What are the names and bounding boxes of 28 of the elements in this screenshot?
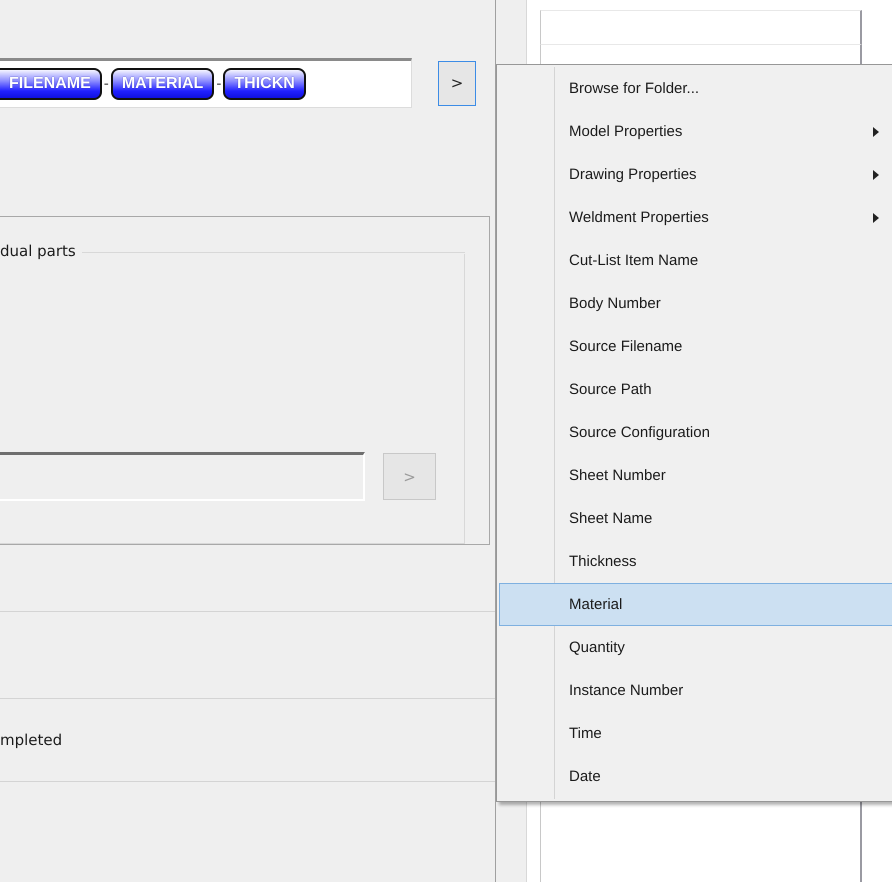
menu-item[interactable]: Sheet Number — [499, 454, 892, 497]
token-pill[interactable]: FILENAME — [0, 68, 102, 100]
menu-item[interactable]: Drawing Properties — [499, 153, 892, 196]
submenu-arrow-icon — [873, 126, 879, 136]
submenu-arrow-icon — [873, 170, 879, 180]
menu-item[interactable]: Source Path — [499, 368, 892, 411]
menu-item[interactable]: Source Filename — [499, 325, 892, 368]
menu-item[interactable]: Material — [499, 583, 892, 626]
menu-item[interactable]: Thickness — [499, 540, 892, 583]
menu-item[interactable]: Body Number — [499, 282, 892, 325]
menu-item[interactable]: Time — [499, 712, 892, 755]
menu-item[interactable]: Weldment Properties — [499, 196, 892, 239]
menu-item[interactable]: Quantity — [499, 626, 892, 669]
status-text: mpleted — [0, 731, 62, 749]
menu-item[interactable]: Browse for Folder... — [499, 67, 892, 110]
token-separator: - — [216, 76, 222, 92]
submenu-arrow-icon — [873, 212, 879, 222]
token-field[interactable]: FILENAME - MATERIAL - THICKN — [0, 58, 412, 108]
token-separator: - — [104, 76, 109, 92]
menu-item[interactable]: Date — [499, 755, 892, 798]
menu-item[interactable]: Instance Number — [499, 669, 892, 712]
menu-item[interactable]: Source Configuration — [499, 411, 892, 454]
menu-item[interactable]: Model Properties — [499, 110, 892, 153]
menu-item[interactable]: Cut-List Item Name — [499, 239, 892, 282]
menu-item[interactable]: Sheet Name — [499, 497, 892, 540]
insert-button[interactable]: > — [438, 60, 476, 106]
token-pill[interactable]: MATERIAL — [110, 68, 214, 100]
input-field[interactable] — [0, 452, 365, 501]
